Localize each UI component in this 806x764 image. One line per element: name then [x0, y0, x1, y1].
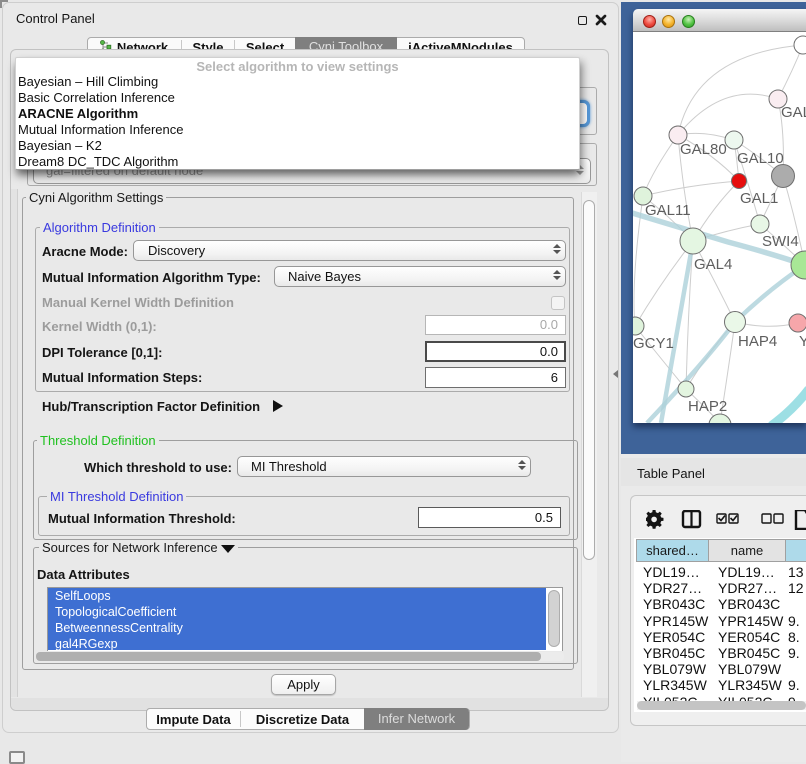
svg-text:SWI4: SWI4 — [762, 233, 799, 250]
svg-text:GAL10: GAL10 — [737, 150, 784, 167]
svg-text:HAP4: HAP4 — [738, 333, 777, 350]
svg-text:YJR: YJR — [799, 333, 806, 350]
svg-text:GAL80: GAL80 — [680, 141, 727, 158]
svg-text:HAP2: HAP2 — [688, 398, 727, 415]
svg-text:GAL7: GAL7 — [781, 104, 806, 121]
svg-text:GAL4: GAL4 — [694, 256, 732, 273]
svg-text:GCY1: GCY1 — [633, 335, 674, 352]
svg-text:GAL11: GAL11 — [645, 202, 691, 219]
svg-text:GAL1: GAL1 — [740, 190, 778, 207]
